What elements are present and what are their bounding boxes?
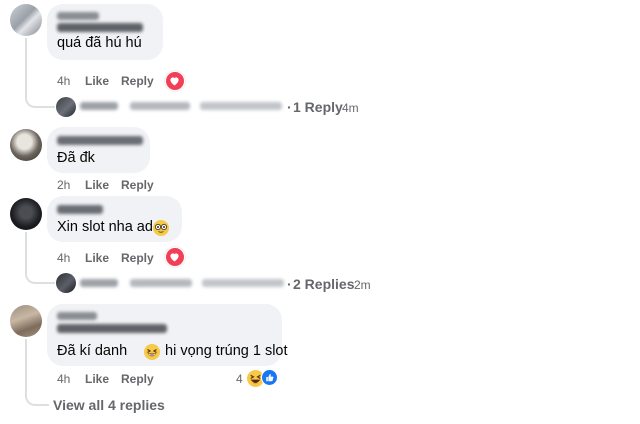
comment-time[interactable]: 4h xyxy=(57,372,70,386)
replies-dot: · xyxy=(287,99,292,115)
reply-button[interactable]: Reply xyxy=(121,74,154,88)
reply-preview-name[interactable] xyxy=(80,102,118,110)
thread-line xyxy=(25,339,27,394)
view-replies-link[interactable]: 1 Reply xyxy=(293,99,343,115)
commenter-name-line2 xyxy=(57,324,167,333)
like-button[interactable]: Like xyxy=(85,251,109,265)
replies-dot: · xyxy=(287,276,292,292)
view-all-replies-link[interactable]: View all 4 replies xyxy=(53,397,165,413)
comment-text: Xin slot nha ad xyxy=(57,219,153,235)
comment-bubble: quá đã hú hú xyxy=(47,4,163,60)
reaction-count[interactable]: 4 xyxy=(236,372,243,386)
comment-text: Đã kí danh xyxy=(57,343,128,359)
replies-time: 4m xyxy=(342,101,359,115)
reply-preview-text-2[interactable] xyxy=(200,102,282,110)
commenter-name[interactable] xyxy=(57,205,103,214)
thread-line xyxy=(25,38,27,96)
comment-text: Đã đk xyxy=(57,150,95,166)
thread-connector xyxy=(25,92,55,108)
thread-connector xyxy=(25,390,49,406)
commenter-name[interactable] xyxy=(57,136,143,145)
comment-text-after: hi vọng trúng 1 slot xyxy=(165,343,288,359)
comment-time[interactable]: 4h xyxy=(57,74,70,88)
heart-icon[interactable] xyxy=(165,71,185,91)
commenter-avatar[interactable] xyxy=(10,198,42,230)
reply-button[interactable]: Reply xyxy=(121,178,154,192)
thread-line xyxy=(25,232,27,272)
comment-text: quá đã hú hú xyxy=(57,35,142,51)
commenter-name-line2 xyxy=(57,23,143,32)
reply-preview-text[interactable] xyxy=(130,279,192,287)
commenter-avatar[interactable] xyxy=(10,4,42,36)
commenter-avatar[interactable] xyxy=(10,305,42,337)
reply-avatar[interactable] xyxy=(56,273,76,293)
commenter-name[interactable] xyxy=(57,12,99,20)
like-button[interactable]: Like xyxy=(85,74,109,88)
like-button[interactable]: Like xyxy=(85,372,109,386)
reply-button[interactable]: Reply xyxy=(121,251,154,265)
reply-avatar[interactable] xyxy=(56,97,76,117)
grinning-squint-emoji-icon xyxy=(144,344,160,360)
comment-bubble: Đã kí danh hi vọng trúng 1 slot xyxy=(47,304,288,366)
nerd-glasses-emoji-icon xyxy=(153,220,169,236)
reply-preview-text-2[interactable] xyxy=(202,279,284,287)
comment-time[interactable]: 4h xyxy=(57,251,70,265)
commenter-name[interactable] xyxy=(57,312,97,320)
commenter-avatar[interactable] xyxy=(10,129,42,161)
view-replies-link[interactable]: 2 Replies xyxy=(293,276,354,292)
like-icon[interactable] xyxy=(261,369,278,386)
heart-icon[interactable] xyxy=(165,247,185,267)
replies-time: 2m xyxy=(354,278,371,292)
reply-preview-text[interactable] xyxy=(130,102,190,110)
comment-time[interactable]: 2h xyxy=(57,178,70,192)
like-button[interactable]: Like xyxy=(85,178,109,192)
comment-bubble: Xin slot nha ad xyxy=(47,196,182,242)
comment-bubble: Đã đk xyxy=(47,127,150,173)
reply-preview-name[interactable] xyxy=(80,279,118,287)
thread-connector xyxy=(25,268,55,284)
reply-button[interactable]: Reply xyxy=(121,372,154,386)
